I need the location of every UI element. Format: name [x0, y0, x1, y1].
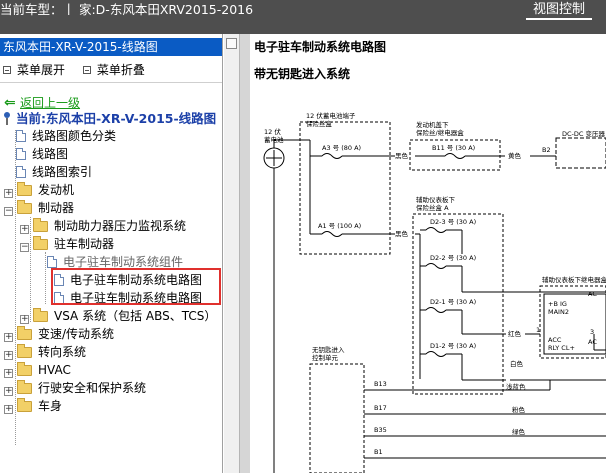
label-ignition: +B IG MAIN2 [548, 300, 569, 316]
wire-color-red: 红色 [508, 329, 522, 338]
folder-icon [17, 362, 32, 376]
label-fuse-a3: A3 号 (80 A) [322, 144, 361, 152]
folder-icon [17, 398, 32, 412]
expand-plus-icon[interactable]: + [4, 333, 13, 342]
label-relay-box: 辅助仪表板下继电器盒 [542, 275, 606, 284]
current-node: 当前:东风本田-XR-V-2015-线路图 [2, 110, 216, 127]
label-fuse-d21: D2-1 号 (30 A) [430, 298, 476, 306]
tree-folder[interactable]: − 驻车制动器 [20, 236, 114, 253]
collapse-icon [82, 66, 91, 74]
pin-b13: B13 [374, 380, 387, 388]
label-ac-1: AC [588, 290, 597, 298]
label-fuse-d23a: D2-3 号 (30 A) [430, 218, 476, 226]
label-keyless-unit: 无钥匙进入控制单元 [312, 345, 345, 362]
document-icon [16, 130, 26, 142]
view-control-button[interactable]: 视图控制 [530, 0, 588, 17]
wiring-diagram: 12 伏蓄电池 12 伏蓄电池端子保险丝盒 发动机盖下保险丝/继电器盒 辅助仪表… [263, 111, 606, 473]
folder-icon [17, 380, 32, 394]
wire-color-black: 黑色 [395, 229, 409, 238]
expand-plus-icon[interactable]: + [4, 405, 13, 414]
expand-plus-icon[interactable]: + [4, 387, 13, 396]
expand-icon [3, 66, 11, 74]
label-fuse-a1: A1 号 (100 A) [318, 222, 361, 230]
pin-3: 3 [590, 328, 594, 336]
diagram-viewer[interactable]: 电子驻车制动系统电路图 带无钥匙进入系统 12 伏蓄电池 12 伏蓄电池端子保险… [250, 34, 606, 473]
tree-folder[interactable]: − 制动器 [4, 200, 74, 217]
wire-color-black: 黑色 [395, 151, 409, 160]
folder-icon [17, 344, 32, 358]
folder-icon [33, 308, 48, 322]
tree-item[interactable]: 线路图索引 [16, 164, 92, 181]
expand-plus-icon[interactable]: + [4, 369, 13, 378]
tree-folder[interactable]: + 变速/传动系统 [4, 326, 114, 343]
connector-b2: B2 [542, 146, 551, 154]
tree-folder[interactable]: + 车身 [4, 398, 62, 415]
panel-splitter[interactable] [224, 34, 240, 473]
tree-connector [45, 252, 46, 304]
menu-toolbar: 菜单展开 菜单折叠 [3, 61, 159, 78]
top-bar: 当前车型：丨 家:D-东风本田XRV2015-2016 视图控制 [0, 0, 606, 34]
label-fuse-d22: D2-2 号 (30 A) [430, 254, 476, 262]
document-icon [16, 148, 26, 160]
document-icon [47, 256, 57, 268]
folder-icon [33, 218, 48, 232]
tree-folder[interactable]: + 行驶安全和保护系统 [4, 380, 146, 397]
folder-open-icon [17, 200, 32, 214]
tree-folder[interactable]: + HVAC [4, 362, 71, 379]
view-control-underline [526, 18, 592, 20]
tree-folder[interactable]: + 转向系统 [4, 344, 86, 361]
wire-color-lightblue: 浅蓝色 [506, 382, 526, 391]
wire-color-pink: 粉色 [512, 405, 526, 414]
collapse-minus-icon[interactable]: − [4, 207, 13, 216]
label-acc: ACC RLY CL+ [548, 336, 575, 352]
divider [240, 34, 250, 473]
label-fusebox-3: 辅助仪表板下保险丝盒 A [416, 195, 456, 212]
menu-collapse-button[interactable]: 菜单折叠 [97, 63, 145, 77]
label-fusebox-2: 发动机盖下保险丝/继电器盒 [416, 120, 464, 137]
wire-color-green: 绿色 [512, 427, 526, 436]
highlight-annotation [51, 268, 221, 305]
back-link[interactable]: ⇐ 返回上一级 [4, 94, 80, 111]
wire-color-white: 白色 [510, 359, 524, 368]
expand-plus-icon[interactable]: + [4, 351, 13, 360]
collapse-minus-icon[interactable]: − [20, 243, 29, 252]
folder-icon [17, 326, 32, 340]
menu-expand-button[interactable]: 菜单展开 [17, 63, 65, 77]
document-icon [16, 166, 26, 178]
label-ac-2: AC [588, 338, 597, 346]
left-tree-panel: 东风本田-XR-V-2015-线路图 菜单展开 菜单折叠 ⇐ 返回上一级 当前:东… [0, 34, 223, 473]
tree-item[interactable]: 线路图颜色分类 [16, 128, 116, 145]
expand-plus-icon[interactable]: + [20, 225, 29, 234]
panel-title: 东风本田-XR-V-2015-线路图 [0, 38, 222, 56]
folder-open-icon [33, 236, 48, 250]
back-arrow-icon: ⇐ [4, 95, 16, 111]
expand-plus-icon[interactable]: + [20, 315, 29, 324]
label-fuse-d12: D1-2 号 (30 A) [430, 342, 476, 350]
pin-1: 1 [536, 326, 540, 334]
tree-folder[interactable]: + VSA 系统（包括 ABS、TCS） [20, 308, 216, 325]
folder-icon [17, 182, 32, 196]
pin-b1: B1 [374, 448, 383, 456]
vehicle-label: 当前车型：丨 家:D-东风本田XRV2015-2016 [0, 2, 254, 17]
tree-folder[interactable]: + 发动机 [4, 182, 74, 199]
divider [0, 82, 222, 83]
label-fuse-b11: B11 号 (30 A) [432, 144, 475, 152]
wire-color-yellow: 黄色 [508, 151, 522, 160]
expand-plus-icon[interactable]: + [4, 189, 13, 198]
label-fusebox-1: 12 伏蓄电池端子保险丝盒 [306, 111, 356, 128]
label-dcdc: DC-DC 变压器 [562, 129, 605, 138]
tree-item[interactable]: 线路图 [16, 146, 68, 163]
tree-folder[interactable]: + 制动助力器压力监视系统 [20, 218, 186, 235]
collapse-panel-handle[interactable] [226, 38, 237, 49]
label-battery: 12 伏蓄电池 [264, 127, 284, 144]
pin-b17: B17 [374, 404, 387, 412]
pin-b35: B35 [374, 426, 387, 434]
pin-icon [2, 112, 13, 125]
